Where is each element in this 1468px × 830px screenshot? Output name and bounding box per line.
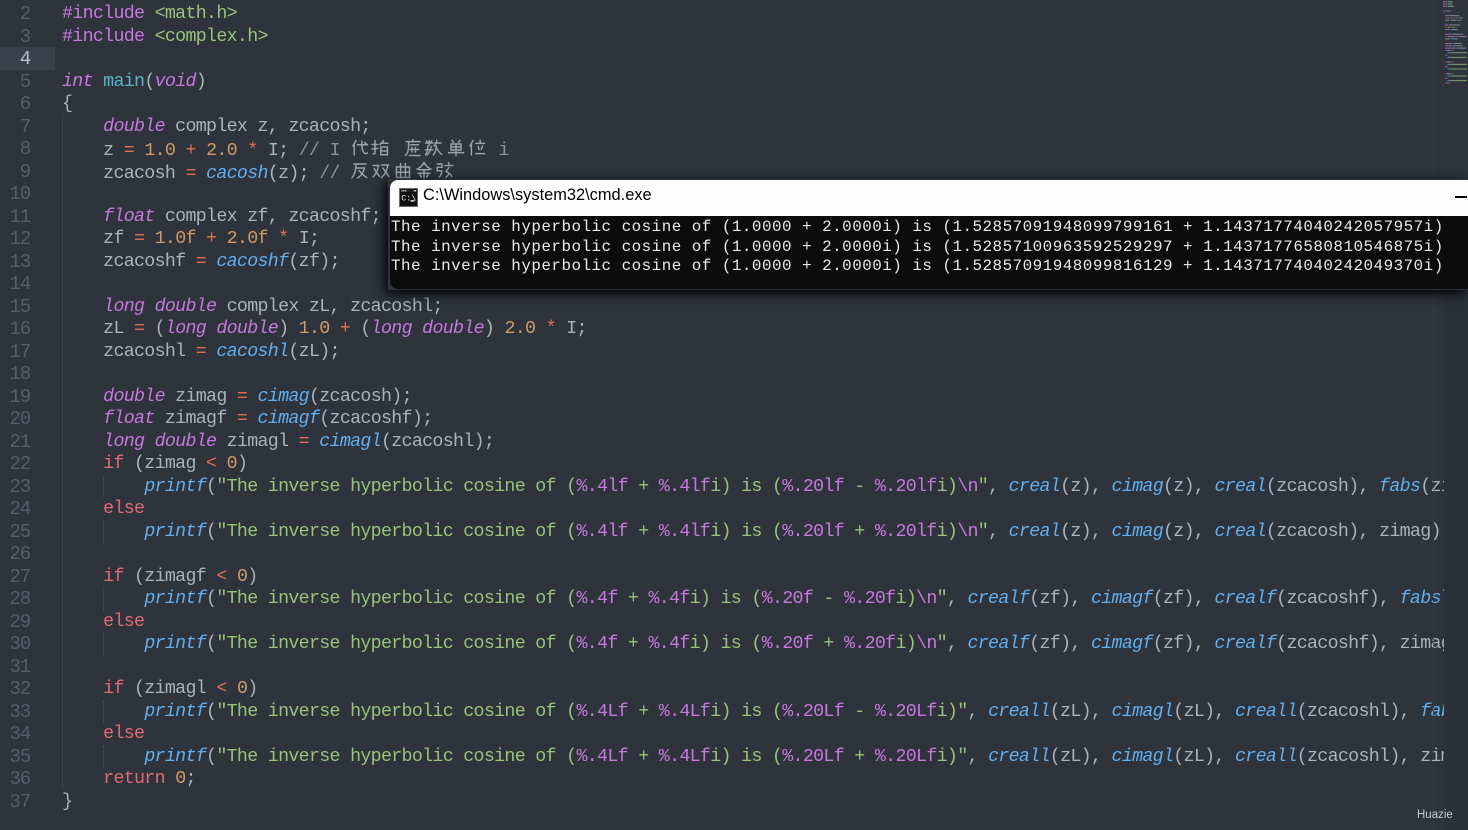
svg-text:C:\: C:\: [401, 194, 416, 204]
